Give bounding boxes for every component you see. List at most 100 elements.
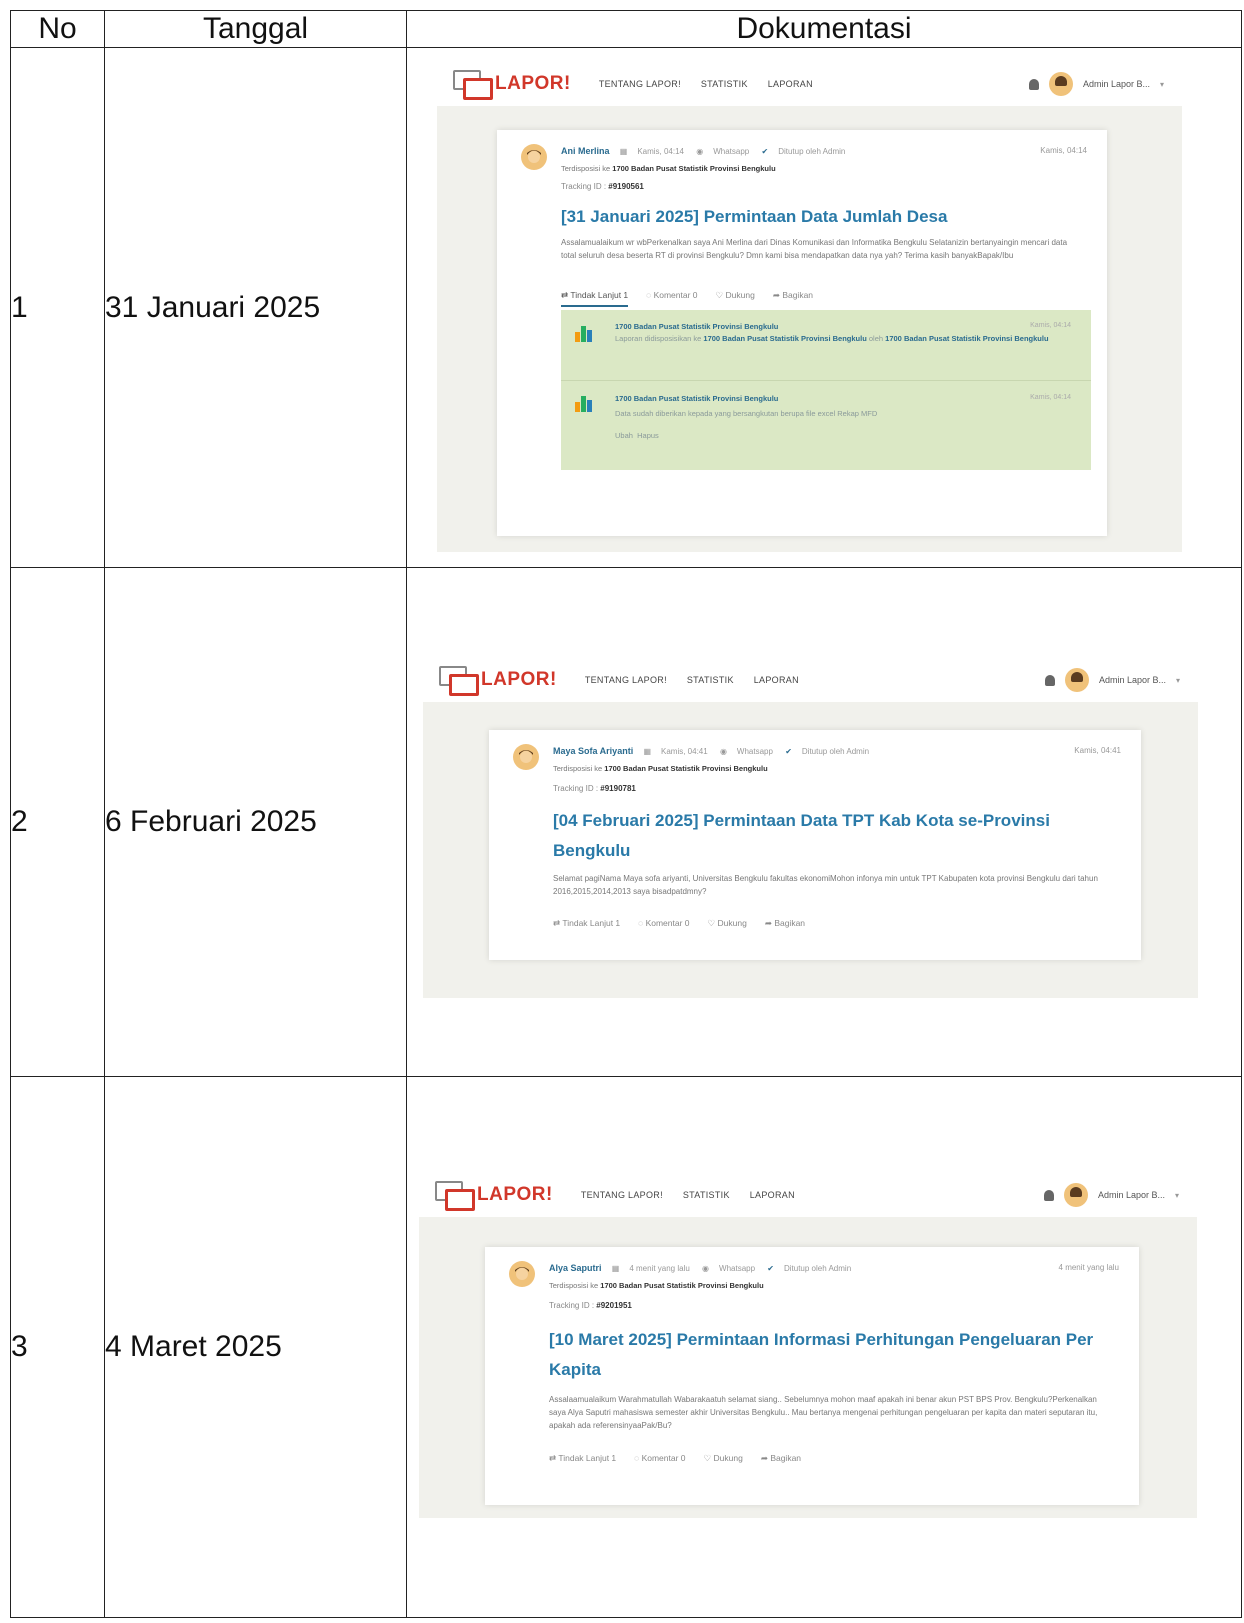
user-name[interactable]: Admin Lapor B... bbox=[1083, 79, 1150, 89]
menu-statistik[interactable]: STATISTIK bbox=[701, 79, 748, 89]
report-header: Alya Saputri ▦ 4 menit yang lalu ◉ Whatsap… bbox=[549, 1263, 1119, 1273]
chevron-down-icon[interactable]: ▾ bbox=[1175, 1191, 1179, 1200]
report-title[interactable]: [10 Maret 2025] Permintaan Informasi Per… bbox=[549, 1325, 1109, 1385]
whatsapp-icon: ◉ bbox=[696, 147, 704, 156]
follow-up-button[interactable]: ⇄ Tindak Lanjut 1 bbox=[553, 918, 620, 929]
user-area: Admin Lapor B... ▾ bbox=[1044, 668, 1180, 692]
disposisi-line: Terdisposisi ke 1700 Badan Pusat Statist… bbox=[549, 1281, 764, 1290]
share-label: Bagikan bbox=[782, 290, 814, 300]
disposisi-target: 1700 Badan Pusat Statistik Provinsi Beng… bbox=[600, 1281, 764, 1290]
menu-laporan[interactable]: LAPORAN bbox=[750, 1190, 795, 1200]
report-title[interactable]: [31 Januari 2025] Permintaan Data Jumlah… bbox=[561, 202, 1077, 232]
tracking-line: Tracking ID : #9201951 bbox=[549, 1301, 632, 1310]
report-channel: Whatsapp bbox=[719, 1264, 756, 1273]
bell-icon[interactable] bbox=[1044, 674, 1055, 686]
main-menu: TENTANG LAPOR! STATISTIK LAPORAN bbox=[581, 1190, 795, 1200]
lapor-screenshot: LAPOR! TENTANG LAPOR! STATISTIK LAPORAN … bbox=[423, 658, 1198, 998]
disposisi-prefix: Terdisposisi ke bbox=[553, 764, 603, 773]
report-date: Kamis, 04:41 bbox=[661, 747, 708, 756]
reporter-name[interactable]: Ani Merlina bbox=[561, 146, 610, 156]
tracking-line: Tracking ID : #9190561 bbox=[561, 182, 644, 191]
report-channel: Whatsapp bbox=[736, 747, 773, 756]
table-row: 2 6 Februari 2025 LAPOR! TENTANG LAPOR! … bbox=[10, 567, 1242, 1077]
menu-tentang[interactable]: TENTANG LAPOR! bbox=[585, 675, 667, 685]
main-menu: TENTANG LAPOR! STATISTIK LAPORAN bbox=[599, 79, 813, 89]
follow-up-button[interactable]: ⇄ Tindak Lanjut 1 bbox=[561, 290, 629, 307]
response-text: Laporan didisposisikan ke 1700 Badan Pus… bbox=[615, 333, 1077, 345]
table-row: 1 31 Januari 2025 LAPOR! TENTANG LAPOR! … bbox=[10, 47, 1242, 568]
follow-up-button[interactable]: ⇄ Tindak Lanjut 1 bbox=[549, 1453, 616, 1464]
disposisi-prefix: Terdisposisi ke bbox=[561, 164, 611, 173]
share-icon: ➦ bbox=[764, 918, 775, 928]
logo-icon bbox=[439, 666, 479, 696]
follow-up-icon: ⇄ bbox=[561, 290, 571, 300]
report-status: Ditutup oleh Admin bbox=[783, 1264, 852, 1273]
follow-up-icon: ⇄ bbox=[553, 918, 563, 928]
support-button[interactable]: ♡ Dukung bbox=[704, 1453, 743, 1464]
menu-laporan[interactable]: LAPORAN bbox=[754, 675, 799, 685]
logo-icon bbox=[435, 1181, 475, 1211]
support-button[interactable]: ♡ Dukung bbox=[708, 918, 747, 929]
lapor-screenshot: LAPOR! TENTANG LAPOR! STATISTIK LAPORAN … bbox=[419, 1173, 1197, 1518]
row-date: 31 Januari 2025 bbox=[104, 47, 407, 568]
share-button[interactable]: ➦ Bagikan bbox=[761, 1453, 801, 1464]
share-button[interactable]: ➦ Bagikan bbox=[773, 290, 813, 307]
comment-button[interactable]: ◌ Komentar 0 bbox=[634, 1453, 685, 1464]
tracking-label: Tracking ID : bbox=[561, 182, 607, 191]
content-background: Ani Merlina ▦ Kamis, 04:14 ◉ Whatsapp ✔ Dit… bbox=[437, 106, 1182, 552]
row-number: 1 bbox=[10, 47, 105, 568]
row-date: 4 Maret 2025 bbox=[104, 1076, 407, 1618]
menu-tentang[interactable]: TENTANG LAPOR! bbox=[581, 1190, 663, 1200]
whatsapp-icon: ◉ bbox=[702, 1264, 710, 1273]
report-title[interactable]: [04 Februari 2025] Permintaan Data TPT K… bbox=[553, 806, 1111, 866]
chevron-down-icon[interactable]: ▾ bbox=[1176, 676, 1180, 685]
report-status: Ditutup oleh Admin bbox=[801, 747, 870, 756]
share-button[interactable]: ➦ Bagikan bbox=[765, 918, 805, 929]
delete-link[interactable]: Hapus bbox=[637, 431, 659, 440]
follow-up-label: Tindak Lanjut 1 bbox=[558, 1453, 617, 1463]
lapor-logo[interactable]: LAPOR! bbox=[435, 1181, 553, 1211]
user-avatar-icon[interactable] bbox=[1064, 668, 1089, 692]
report-channel: Whatsapp bbox=[713, 147, 750, 156]
menu-laporan[interactable]: LAPORAN bbox=[768, 79, 813, 89]
comment-button[interactable]: ◌ Komentar 0 bbox=[646, 290, 697, 307]
chevron-down-icon[interactable]: ▾ bbox=[1160, 80, 1164, 89]
response-by: 1700 Badan Pusat Statistik Provinsi Beng… bbox=[885, 334, 1049, 343]
user-avatar-icon[interactable] bbox=[1063, 1183, 1088, 1207]
edit-link[interactable]: Ubah bbox=[615, 431, 633, 440]
report-date: Kamis, 04:14 bbox=[637, 147, 685, 156]
follow-up-label: Tindak Lanjut 1 bbox=[562, 918, 621, 928]
reporter-name[interactable]: Alya Saputri bbox=[549, 1263, 602, 1273]
comment-icon: ◌ bbox=[634, 1453, 642, 1463]
support-button[interactable]: ♡ Dukung bbox=[716, 290, 755, 307]
check-icon: ✔ bbox=[761, 147, 769, 156]
user-area: Admin Lapor B... ▾ bbox=[1028, 72, 1164, 96]
header-documentation: Dokumentasi bbox=[406, 10, 1242, 48]
tracking-id: #9190561 bbox=[608, 182, 644, 191]
follow-up-icon: ⇄ bbox=[549, 1453, 559, 1463]
lapor-logo[interactable]: LAPOR! bbox=[439, 666, 557, 696]
disposisi-target: 1700 Badan Pusat Statistik Provinsi Beng… bbox=[612, 164, 776, 173]
table-row: 3 4 Maret 2025 LAPOR! TENTANG LAPOR! STA… bbox=[10, 1076, 1242, 1618]
user-name[interactable]: Admin Lapor B... bbox=[1099, 675, 1166, 685]
lapor-logo[interactable]: LAPOR! bbox=[453, 70, 571, 100]
lapor-screenshot: LAPOR! TENTANG LAPOR! STATISTIK LAPORAN … bbox=[437, 62, 1182, 552]
response-prefix: Laporan didisposisikan ke bbox=[615, 334, 702, 343]
user-avatar-icon[interactable] bbox=[1048, 72, 1073, 96]
calendar-icon: ▦ bbox=[619, 147, 628, 156]
screenshot-cell: LAPOR! TENTANG LAPOR! STATISTIK LAPORAN … bbox=[406, 567, 1242, 1077]
bell-icon[interactable] bbox=[1028, 78, 1039, 90]
user-name[interactable]: Admin Lapor B... bbox=[1098, 1190, 1165, 1200]
menu-statistik[interactable]: STATISTIK bbox=[683, 1190, 730, 1200]
row-date: 6 Februari 2025 bbox=[104, 567, 407, 1077]
bell-icon[interactable] bbox=[1043, 1189, 1054, 1201]
menu-statistik[interactable]: STATISTIK bbox=[687, 675, 734, 685]
tracking-line: Tracking ID : #9190781 bbox=[553, 784, 636, 793]
user-area: Admin Lapor B... ▾ bbox=[1043, 1183, 1179, 1207]
report-time: Kamis, 04:14 bbox=[1040, 146, 1087, 155]
report-time: 4 menit yang lalu bbox=[1058, 1263, 1119, 1272]
report-actions: ⇄ Tindak Lanjut 1 ◌ Komentar 0 ♡ Dukung … bbox=[561, 290, 813, 307]
reporter-name[interactable]: Maya Sofa Ariyanti bbox=[553, 746, 633, 756]
comment-button[interactable]: ◌ Komentar 0 bbox=[638, 918, 689, 929]
menu-tentang[interactable]: TENTANG LAPOR! bbox=[599, 79, 681, 89]
